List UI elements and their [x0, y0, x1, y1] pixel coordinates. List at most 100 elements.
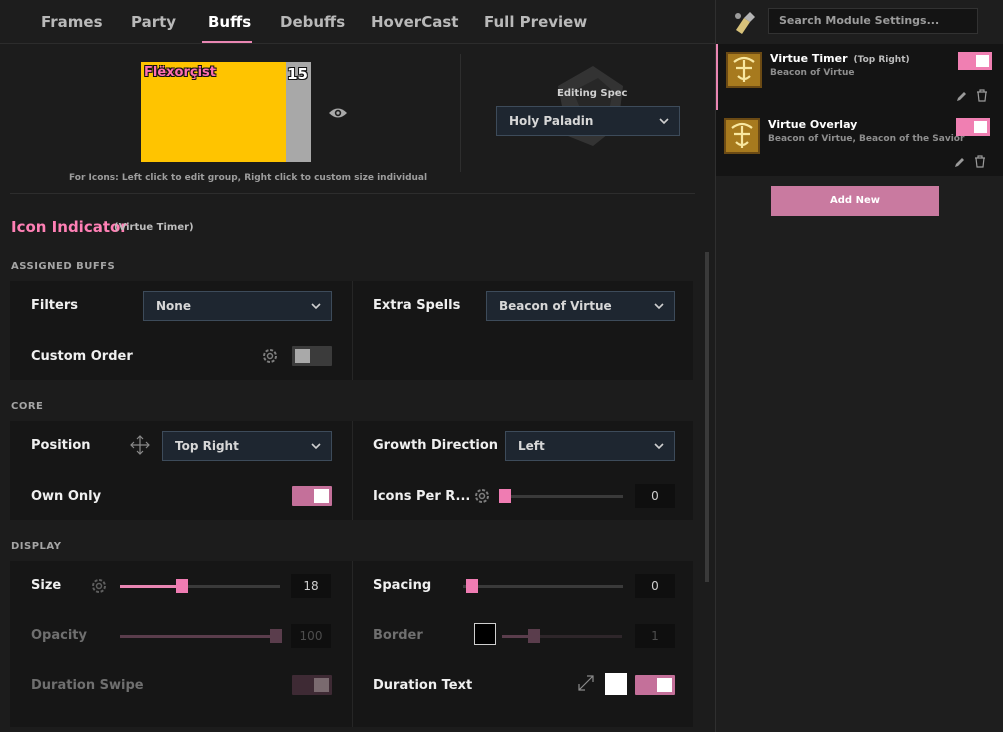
assigned-buffs-group: Filters None Extra Spells Beacon of Virt…: [10, 281, 693, 380]
toggle-knob: [314, 678, 329, 692]
tab-full-preview[interactable]: Full Preview: [484, 0, 587, 44]
border-color-swatch[interactable]: [474, 623, 496, 645]
toggle-knob: [974, 121, 987, 133]
position-dropdown[interactable]: Top Right: [162, 431, 332, 461]
module-title: Virtue Timer (Top Right): [770, 52, 910, 65]
editing-spec-label: Editing Spec: [557, 88, 628, 99]
module-name: Virtue Overlay: [768, 118, 858, 131]
column-divider: [352, 281, 353, 380]
icons-per-row-slider[interactable]: [499, 489, 623, 503]
opacity-label: Opacity: [31, 628, 87, 643]
search-input[interactable]: Search Module Settings...: [768, 8, 978, 34]
duration-text-toggle[interactable]: [635, 675, 675, 695]
filters-dropdown[interactable]: None: [143, 291, 332, 321]
module-name: Virtue Timer: [770, 52, 848, 65]
unit-name: Flëxorçist: [144, 65, 216, 80]
slider-fill: [120, 585, 182, 588]
toggle-knob: [295, 349, 310, 363]
scrollbar[interactable]: [705, 252, 709, 582]
opacity-value[interactable]: 100: [291, 624, 331, 648]
module-subtitle: Beacon of Virtue: [770, 68, 855, 78]
module-toggle[interactable]: [958, 52, 992, 70]
own-only-label: Own Only: [31, 489, 102, 504]
spacing-label: Spacing: [373, 578, 432, 593]
tab-buffs[interactable]: Buffs: [208, 0, 251, 44]
core-heading: CORE: [11, 401, 44, 412]
chevron-down-icon: [659, 118, 669, 125]
spacing-value[interactable]: 0: [635, 574, 675, 598]
module-item[interactable]: Virtue Overlay Beacon of Virtue, Beacon …: [716, 110, 1003, 176]
module-title: Virtue Overlay: [768, 118, 863, 131]
core-group: Position Top Right Growth Direction Left…: [10, 421, 693, 520]
gear-icon[interactable]: [260, 346, 280, 366]
spec-value: Holy Paladin: [509, 114, 594, 128]
trash-icon[interactable]: [976, 89, 988, 102]
size-slider[interactable]: [120, 579, 280, 593]
growth-direction-label: Growth Direction: [373, 438, 499, 453]
custom-order-toggle[interactable]: [292, 346, 332, 366]
border-label: Border: [373, 628, 423, 643]
module-item[interactable]: Virtue Timer (Top Right) Beacon of Virtue: [716, 44, 1003, 110]
tab-frames[interactable]: Frames: [41, 0, 103, 44]
size-value[interactable]: 18: [291, 574, 331, 598]
active-tab-indicator: [202, 41, 252, 43]
tab-hovercast[interactable]: HoverCast: [371, 0, 458, 44]
edit-icon[interactable]: [954, 156, 966, 168]
gear-icon[interactable]: [472, 486, 492, 506]
divider: [460, 54, 461, 172]
own-only-toggle[interactable]: [292, 486, 332, 506]
expand-icon[interactable]: [576, 673, 596, 693]
edit-icon[interactable]: [956, 90, 968, 102]
slider-thumb[interactable]: [499, 489, 511, 503]
filters-label: Filters: [31, 298, 78, 313]
unit-frame-preview[interactable]: Flëxorçist 15: [141, 62, 311, 162]
gear-icon[interactable]: [89, 576, 109, 596]
opacity-slider[interactable]: [120, 629, 282, 643]
size-label: Size: [31, 578, 62, 593]
beacon-icon: [726, 52, 762, 88]
spacing-slider[interactable]: [463, 579, 623, 593]
icons-per-row-label: Icons Per R...: [373, 489, 471, 504]
move-icon[interactable]: [129, 434, 151, 456]
tab-bar: Frames Party Buffs Debuffs HoverCast Ful…: [0, 0, 715, 44]
position-value: Top Right: [175, 439, 239, 453]
module-toggle[interactable]: [956, 118, 990, 136]
chevron-down-icon: [654, 443, 664, 450]
duration-text-label: Duration Text: [373, 678, 473, 693]
border-value[interactable]: 1: [635, 624, 675, 648]
duration-text-color-swatch[interactable]: [605, 673, 627, 695]
module-sidebar: Search Module Settings... Virtue Timer (T…: [715, 0, 1003, 732]
tab-party[interactable]: Party: [131, 0, 176, 44]
border-slider[interactable]: [502, 629, 622, 643]
growth-direction-dropdown[interactable]: Left: [505, 431, 675, 461]
add-new-button[interactable]: Add New: [771, 186, 939, 216]
growth-direction-value: Left: [518, 439, 545, 453]
buff-count[interactable]: 15: [287, 65, 308, 83]
preview-area: Flëxorçist 15 For Icons: Left click to e…: [10, 44, 695, 194]
slider-thumb[interactable]: [176, 579, 188, 593]
column-divider: [352, 421, 353, 520]
tab-debuffs[interactable]: Debuffs: [280, 0, 345, 44]
module-subtitle: Beacon of Virtue, Beacon of the Savior: [768, 134, 965, 144]
eye-icon[interactable]: [328, 106, 348, 120]
toggle-knob: [314, 489, 329, 503]
slider-thumb[interactable]: [466, 579, 478, 593]
trash-icon[interactable]: [974, 155, 986, 168]
extra-spells-value: Beacon of Virtue: [499, 299, 612, 313]
extra-spells-dropdown[interactable]: Beacon of Virtue: [486, 291, 675, 321]
toggle-knob: [657, 678, 672, 692]
duration-swipe-toggle[interactable]: [292, 675, 332, 695]
custom-order-label: Custom Order: [31, 349, 133, 364]
extra-spells-label: Extra Spells: [373, 298, 461, 313]
slider-thumb[interactable]: [528, 629, 540, 643]
column-divider: [352, 561, 353, 727]
chevron-down-icon: [311, 303, 321, 310]
duration-swipe-label: Duration Swipe: [31, 678, 144, 693]
slider-thumb[interactable]: [270, 629, 282, 643]
icons-per-row-value[interactable]: 0: [635, 484, 675, 508]
settings-panel: Flëxorçist 15 For Icons: Left click to e…: [0, 44, 715, 732]
chevron-down-icon: [311, 443, 321, 450]
spec-dropdown[interactable]: Holy Paladin: [496, 106, 680, 136]
display-heading: DISPLAY: [11, 541, 62, 552]
position-label: Position: [31, 438, 91, 453]
